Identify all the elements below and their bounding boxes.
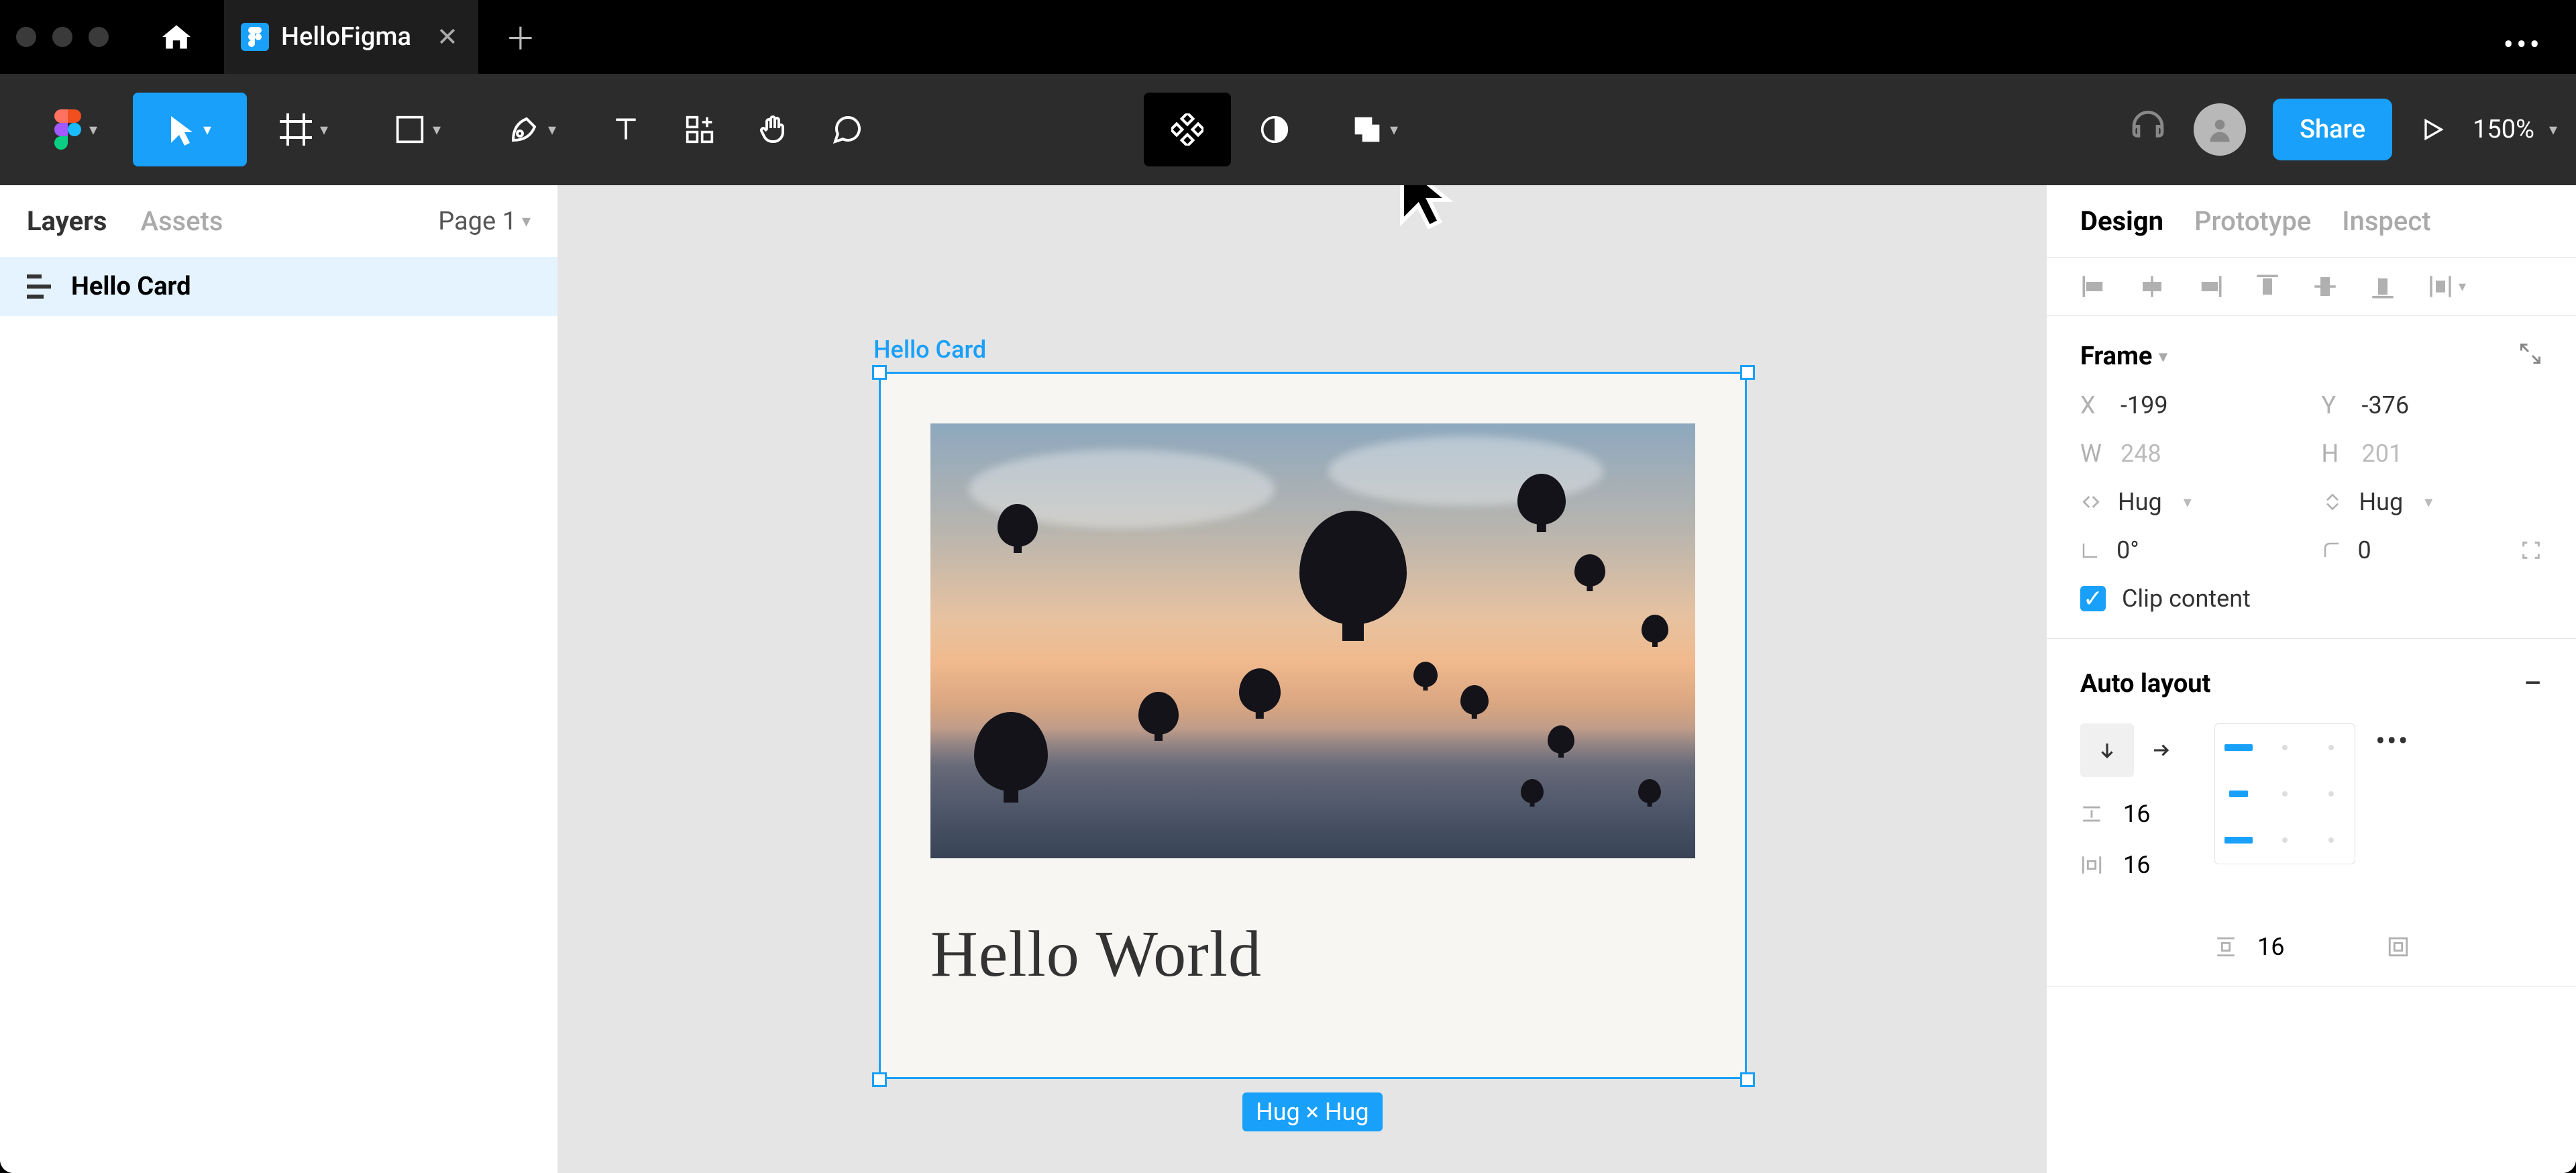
h-field[interactable]: H201 bbox=[2322, 440, 2543, 468]
resources-tool-button[interactable] bbox=[663, 93, 737, 166]
boolean-tool-button[interactable]: ▾ bbox=[1318, 93, 1432, 166]
tab-inspect[interactable]: Inspect bbox=[2342, 205, 2430, 237]
figma-file-icon bbox=[241, 23, 269, 51]
audio-icon[interactable] bbox=[2129, 111, 2167, 148]
frame-section-title[interactable]: Frame ▾ bbox=[2080, 342, 2542, 371]
tab-design[interactable]: Design bbox=[2080, 205, 2163, 237]
shape-tool-button[interactable]: ▾ bbox=[361, 93, 475, 166]
zoom-control[interactable]: 150% ▾ bbox=[2473, 115, 2557, 144]
align-hcenter-icon[interactable] bbox=[2138, 272, 2166, 301]
frame-section: Frame ▾ X-199 Y-376 W248 H201 Hug▾ Hug▾ bbox=[2047, 316, 2576, 639]
selection-outline bbox=[879, 372, 1747, 1079]
titlebar: HelloFigma ✕ ＋ ••• bbox=[0, 0, 2576, 74]
autolayout-frame-icon bbox=[27, 274, 51, 299]
resize-h-field[interactable]: Hug▾ bbox=[2322, 488, 2543, 516]
independent-padding-icon[interactable] bbox=[2387, 935, 2410, 958]
dimension-badge: Hug × Hug bbox=[1242, 1092, 1383, 1131]
selection-label[interactable]: Hello Card bbox=[873, 336, 986, 364]
align-right-icon[interactable] bbox=[2196, 272, 2224, 301]
window-close[interactable] bbox=[16, 27, 36, 47]
mask-tool-button[interactable] bbox=[1231, 93, 1318, 166]
align-vcenter-icon[interactable] bbox=[2311, 272, 2339, 301]
share-button[interactable]: Share bbox=[2273, 99, 2392, 160]
gap-field[interactable]: 16 bbox=[2080, 800, 2188, 828]
align-bottom-icon[interactable] bbox=[2369, 272, 2397, 301]
layer-row[interactable]: Hello Card bbox=[0, 257, 557, 316]
resize-w-field[interactable]: Hug▾ bbox=[2080, 488, 2302, 516]
zoom-value: 150% bbox=[2473, 115, 2534, 144]
comment-tool-button[interactable] bbox=[810, 93, 884, 166]
right-panel-tabs: Design Prototype Inspect bbox=[2047, 185, 2576, 258]
w-field[interactable]: W248 bbox=[2080, 440, 2302, 468]
tab-prototype[interactable]: Prototype bbox=[2194, 205, 2311, 237]
move-tool-button[interactable]: ▾ bbox=[133, 93, 247, 166]
layer-name: Hello Card bbox=[71, 272, 191, 301]
resize-handle-ne[interactable] bbox=[1740, 365, 1755, 380]
rotation-field[interactable]: 0° bbox=[2080, 536, 2302, 564]
left-panel: Layers Assets Page 1 ▾ Hello Card bbox=[0, 185, 558, 1173]
present-button[interactable] bbox=[2419, 116, 2446, 143]
window-minimize[interactable] bbox=[52, 27, 72, 47]
autolayout-section: Auto layout − 16 bbox=[2047, 639, 2576, 987]
tab-layers[interactable]: Layers bbox=[27, 205, 107, 237]
independent-corners-icon[interactable] bbox=[2520, 539, 2542, 562]
cursor-icon bbox=[1394, 185, 1461, 238]
clip-content-checkbox[interactable]: ✓ bbox=[2080, 586, 2106, 611]
tab-title: HelloFigma bbox=[281, 22, 411, 52]
left-panel-header: Layers Assets Page 1 ▾ bbox=[0, 185, 557, 257]
hand-tool-button[interactable] bbox=[737, 93, 810, 166]
main-menu-button[interactable]: ▾ bbox=[19, 93, 133, 166]
window-maximize[interactable] bbox=[89, 27, 109, 47]
canvas[interactable]: Hello Card bbox=[558, 185, 2046, 1173]
resize-to-fit-icon[interactable] bbox=[2518, 342, 2542, 366]
clip-content-field[interactable]: ✓ Clip content bbox=[2080, 584, 2542, 613]
resize-handle-sw[interactable] bbox=[872, 1072, 887, 1087]
corner-radius-field[interactable]: 0 bbox=[2322, 536, 2543, 564]
alignment-controls: ▾ bbox=[2047, 258, 2576, 316]
autolayout-more-icon[interactable]: ••• bbox=[2375, 723, 2410, 758]
page-label: Page 1 bbox=[438, 207, 517, 236]
window-menu-icon[interactable]: ••• bbox=[2503, 27, 2542, 63]
autolayout-title: Auto layout bbox=[2080, 669, 2210, 699]
distribute-icon[interactable]: ▾ bbox=[2426, 272, 2466, 301]
workspace: Layers Assets Page 1 ▾ Hello Card Hello … bbox=[0, 185, 2576, 1173]
right-panel: Design Prototype Inspect ▾ Frame ▾ bbox=[2046, 185, 2576, 1173]
window-controls bbox=[16, 27, 109, 47]
user-avatar[interactable] bbox=[2194, 103, 2246, 156]
align-top-icon[interactable] bbox=[2253, 272, 2282, 301]
padding-h-field[interactable]: 16 bbox=[2080, 851, 2188, 879]
frame-tool-button[interactable]: ▾ bbox=[247, 93, 361, 166]
new-tab-button[interactable]: ＋ bbox=[505, 15, 536, 59]
padding-v-field[interactable]: 16 bbox=[2214, 933, 2410, 961]
component-tool-button[interactable] bbox=[1144, 93, 1231, 166]
home-icon[interactable] bbox=[162, 25, 191, 49]
x-field[interactable]: X-199 bbox=[2080, 391, 2302, 419]
share-button-label: Share bbox=[2300, 115, 2365, 144]
direction-horizontal-button[interactable] bbox=[2134, 723, 2188, 777]
tab-assets[interactable]: Assets bbox=[140, 205, 223, 237]
page-selector[interactable]: Page 1 ▾ bbox=[438, 207, 531, 236]
resize-handle-se[interactable] bbox=[1740, 1072, 1755, 1087]
remove-autolayout-icon[interactable]: − bbox=[2523, 664, 2542, 703]
direction-vertical-button[interactable] bbox=[2080, 723, 2134, 777]
text-tool-button[interactable] bbox=[589, 93, 663, 166]
align-left-icon[interactable] bbox=[2080, 272, 2108, 301]
y-field[interactable]: Y-376 bbox=[2322, 391, 2543, 419]
resize-handle-nw[interactable] bbox=[872, 365, 887, 380]
document-tab[interactable]: HelloFigma ✕ bbox=[224, 0, 478, 74]
alignment-anchor-grid[interactable] bbox=[2214, 723, 2355, 864]
toolbar: ▾ ▾ ▾ ▾ ▾ bbox=[0, 74, 2576, 185]
pen-tool-button[interactable]: ▾ bbox=[475, 93, 589, 166]
close-tab-icon[interactable]: ✕ bbox=[437, 22, 458, 52]
